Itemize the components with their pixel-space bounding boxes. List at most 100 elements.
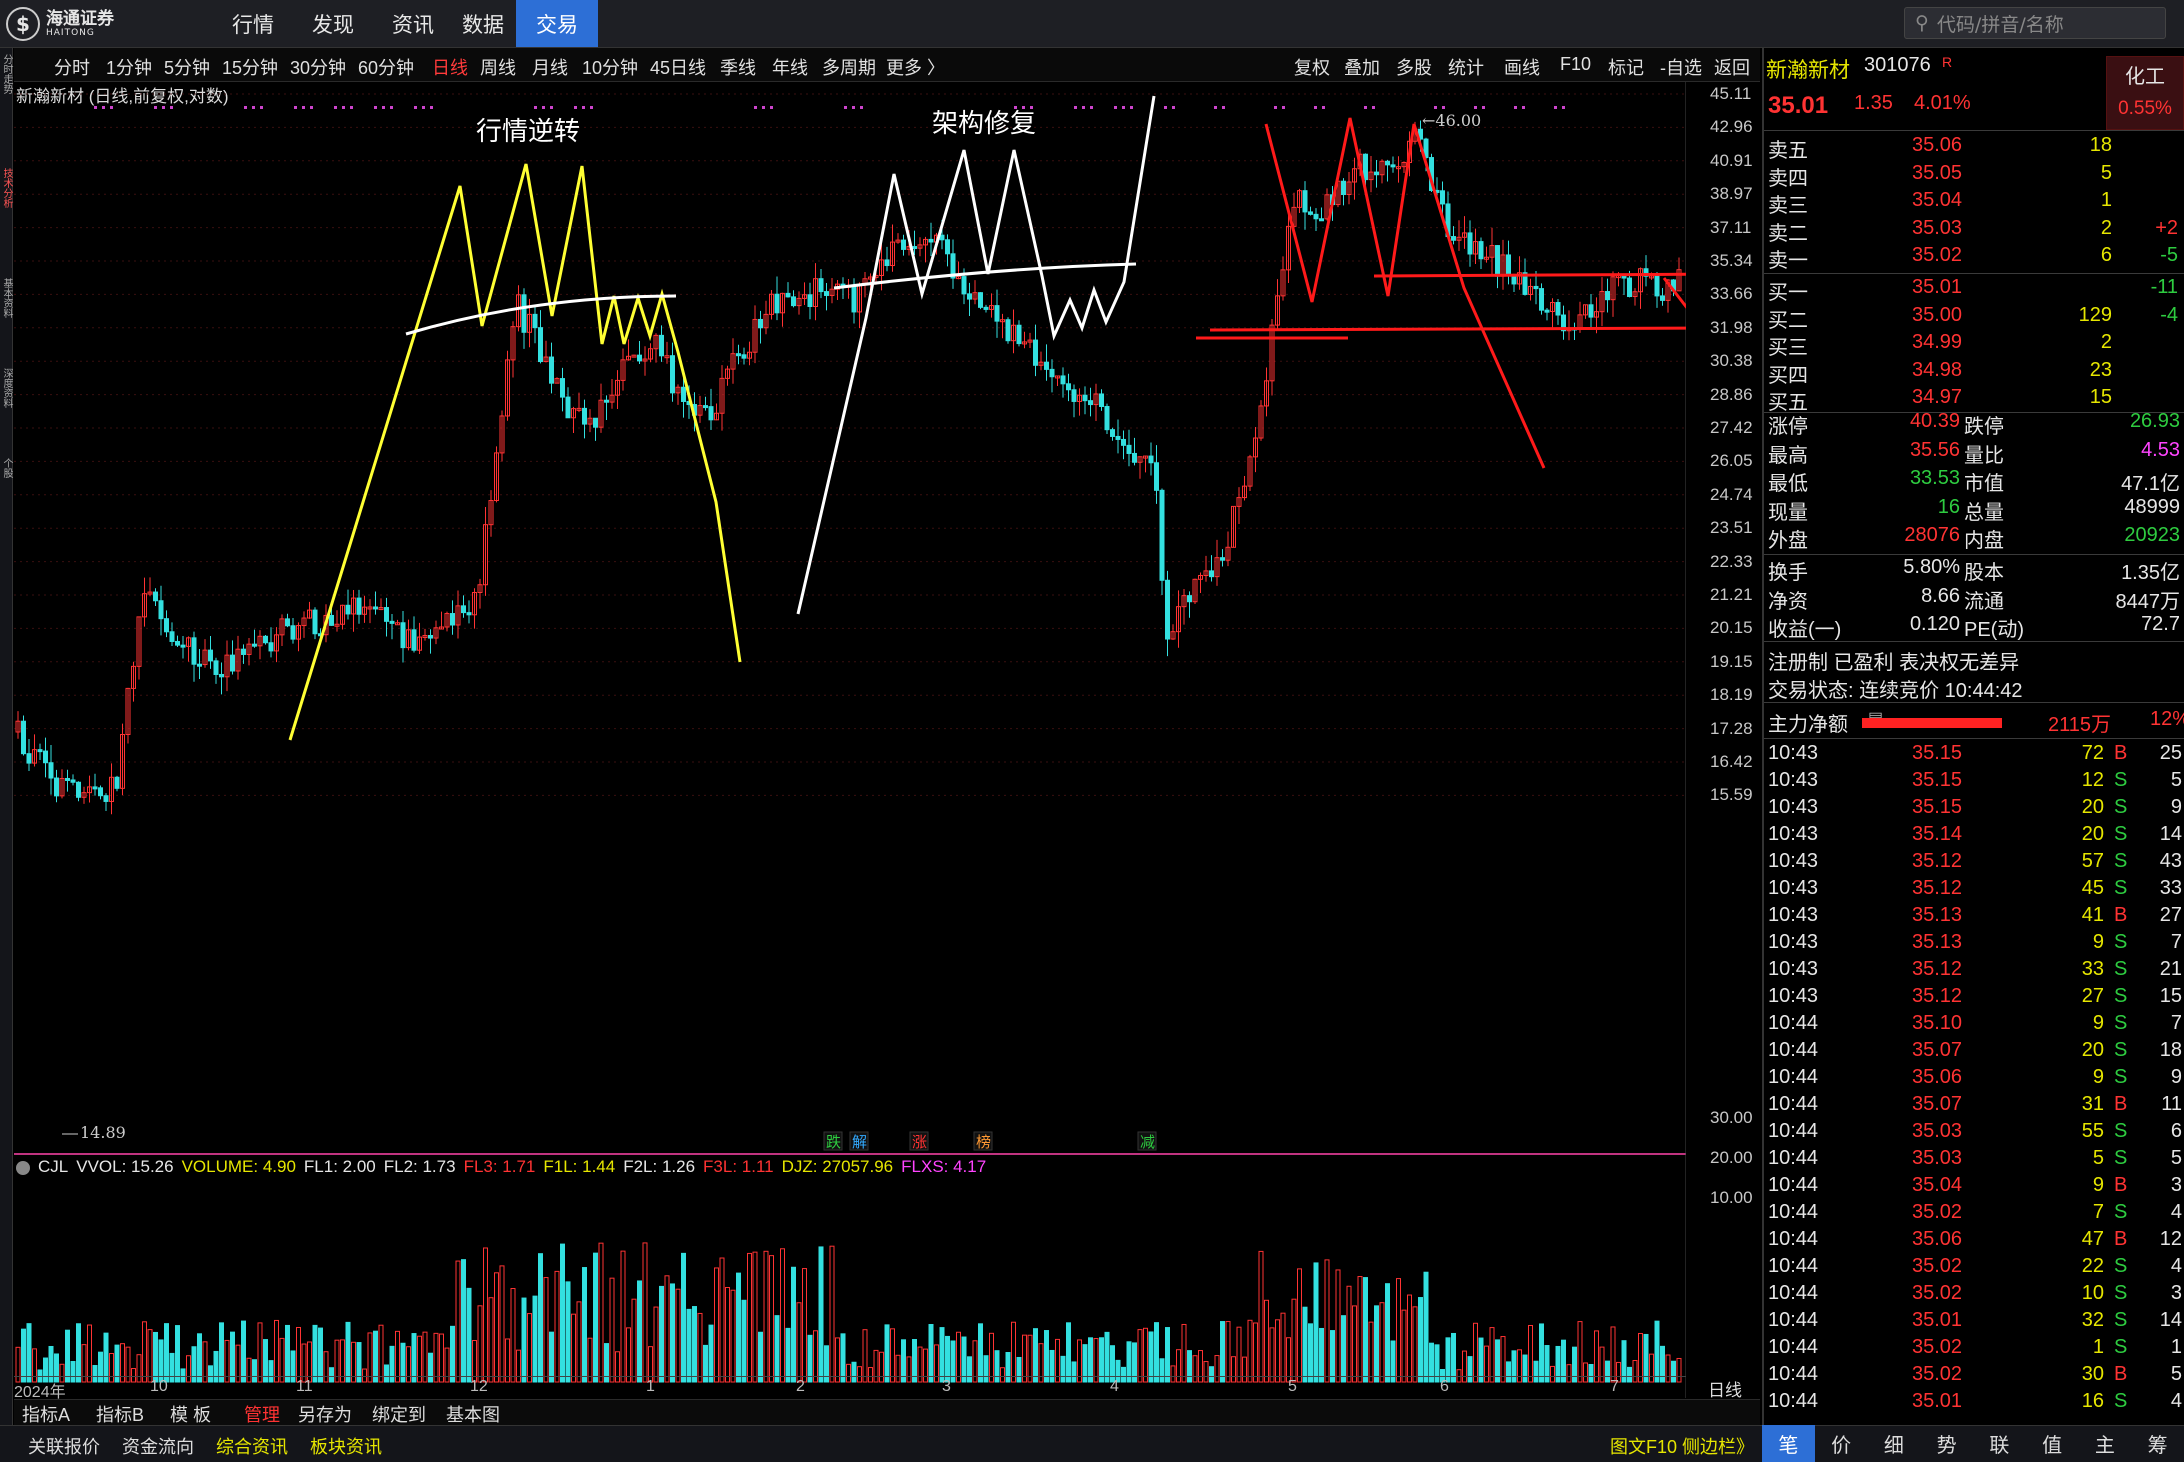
signal-marker (1082, 106, 1085, 109)
period-1min[interactable]: 1分钟 (106, 54, 152, 80)
panel-tab[interactable]: 联 (1973, 1425, 2026, 1462)
tick-side: S (2114, 1336, 2128, 1358)
tool-biaoji[interactable]: 标记 (1608, 54, 1644, 80)
period-label[interactable]: 日线 (1690, 1376, 1760, 1400)
indicator-tab[interactable]: 模 板 (170, 1401, 211, 1427)
period-5min[interactable]: 5分钟 (164, 54, 210, 80)
status-tab[interactable]: 板块资讯 (310, 1433, 382, 1459)
indicator-tab[interactable]: 指标A (22, 1401, 70, 1427)
indicator-tab[interactable]: 另存为 (298, 1401, 352, 1427)
period-fenshi[interactable]: 分时 (54, 54, 90, 80)
volume-bar (637, 1280, 642, 1383)
nav-jiaoyi[interactable]: 交易 (516, 0, 598, 47)
candle-body (1588, 304, 1594, 318)
volume-bar (1346, 1285, 1352, 1383)
sep (1764, 702, 2184, 703)
kline-chart[interactable]: 行情逆转 架构修复 39位置才能给你明确答案 ←46.00 14.89 跌解涨榜… (14, 82, 1686, 1398)
side-tab-jishu[interactable]: 技术分析 (1, 168, 12, 208)
tool-diejia[interactable]: 叠加 (1344, 54, 1380, 80)
status-tab[interactable]: 资金流向 (122, 1433, 194, 1459)
panel-tab[interactable]: 细 (1868, 1425, 1921, 1462)
indicator-tab[interactable]: 指标B (96, 1401, 144, 1427)
tool-zixuan[interactable]: -自选 (1660, 54, 1702, 80)
side-panel-toggle[interactable]: 图文F10 侧边栏》 (1610, 1433, 1754, 1459)
period-10min[interactable]: 10分钟 (582, 54, 638, 80)
candle-body (604, 399, 609, 403)
period-monthly[interactable]: 月线 (532, 54, 568, 80)
panel-tab[interactable]: 主 (2079, 1425, 2132, 1462)
status-tab[interactable]: 综合资讯 (216, 1433, 288, 1459)
volume-bar (1033, 1328, 1038, 1383)
side-tab-jiben[interactable]: 基本资料 (1, 278, 12, 318)
period-45day[interactable]: 45日线 (650, 54, 706, 80)
volume-bar (653, 1306, 659, 1383)
volume-bar (714, 1267, 719, 1383)
nav-hangqing[interactable]: 行情 (222, 0, 284, 47)
tick-volume: 27 (2081, 985, 2104, 1007)
period-60min[interactable]: 60分钟 (358, 54, 414, 80)
period-weekly[interactable]: 周线 (480, 54, 516, 80)
volume-field: DJZ: 27057.96 (781, 1157, 894, 1176)
tick-time: 10:44 (1768, 1120, 1819, 1142)
candle-body (785, 292, 791, 298)
candle-body (1148, 455, 1154, 464)
indicator-tab[interactable]: 基本图 (446, 1401, 500, 1427)
tick-side: B (2114, 1228, 2128, 1250)
panel-tab[interactable]: 价 (1815, 1425, 1868, 1462)
tool-fanhui[interactable]: 返回 (1714, 54, 1750, 80)
search-box[interactable]: ⚲ 代码/拼音/名称 (1904, 7, 2166, 39)
period-year[interactable]: 年线 (772, 54, 808, 80)
tick-row: 10:44 35.07 31 B 11 (1764, 1093, 2184, 1120)
volume-bar (21, 1328, 26, 1383)
stat-label: 市值 (1964, 473, 2004, 495)
price-gridlines (14, 93, 1686, 796)
status-tab[interactable]: 关联报价 (28, 1433, 100, 1459)
panel-tab[interactable]: 笔 (1762, 1425, 1815, 1462)
tick-volume: 41 (2081, 904, 2104, 926)
broker-logo[interactable]: $ 海通证券 HAITONG (6, 6, 146, 42)
tool-tongji[interactable]: 统计 (1448, 54, 1484, 80)
tick-volume: 32 (2081, 1309, 2104, 1331)
volume-bar (296, 1326, 301, 1383)
period-more[interactable]: 更多 〉 (886, 54, 945, 80)
tool-duogu[interactable]: 多股 (1396, 54, 1432, 80)
side-tab-shendu[interactable]: 深度资料 (1, 368, 12, 408)
candle-body (26, 753, 32, 764)
tool-huaxian[interactable]: 画线 (1504, 54, 1540, 80)
period-15min[interactable]: 15分钟 (222, 54, 278, 80)
candle-body (290, 625, 296, 640)
panel-tab[interactable]: 筹 (2131, 1425, 2184, 1462)
candle-body (1313, 213, 1319, 220)
panel-tab[interactable]: 势 (1920, 1425, 1973, 1462)
volume-bar (142, 1321, 147, 1383)
indicator-tab[interactable]: 管理 (244, 1401, 280, 1427)
indicator-tab[interactable]: 绑定到 (372, 1401, 426, 1427)
price-axis-label: 27.42 (1710, 418, 1753, 437)
side-tab-gegu[interactable]: 个股 (1, 458, 12, 478)
candle-body (593, 417, 598, 428)
side-tab-fenshi[interactable]: 分时走势 (1, 54, 12, 94)
candle-body (1110, 429, 1115, 437)
indicator-toggle-icon[interactable] (16, 1160, 30, 1175)
tick-side: B (2114, 904, 2128, 926)
tick-time: 10:44 (1768, 1174, 1819, 1196)
volume-bar (697, 1312, 703, 1383)
period-quarter[interactable]: 季线 (720, 54, 756, 80)
panel-tab[interactable]: 值 (2026, 1425, 2079, 1462)
nav-faxian[interactable]: 发现 (302, 0, 364, 47)
stat-label: 现量 (1768, 501, 1808, 524)
nav-zixun[interactable]: 资讯 (382, 0, 444, 47)
tick-count: 5 (2170, 1147, 2182, 1169)
annotation-mid: 架构修复 (932, 109, 1036, 139)
stat-value: 72.7 (2141, 613, 2180, 635)
tick-volume: 57 (2081, 850, 2104, 872)
period-30min[interactable]: 30分钟 (290, 54, 346, 80)
nav-shuju[interactable]: 数据 (452, 0, 514, 47)
period-daily[interactable]: 日线 (432, 54, 468, 80)
period-multi[interactable]: 多周期 (822, 54, 876, 80)
candle-body (1060, 375, 1066, 385)
tool-f10[interactable]: F10 (1560, 54, 1591, 75)
date-label: 10 (150, 1378, 168, 1395)
volume-bar (1302, 1306, 1308, 1383)
tool-fuquan[interactable]: 复权 (1294, 54, 1330, 80)
